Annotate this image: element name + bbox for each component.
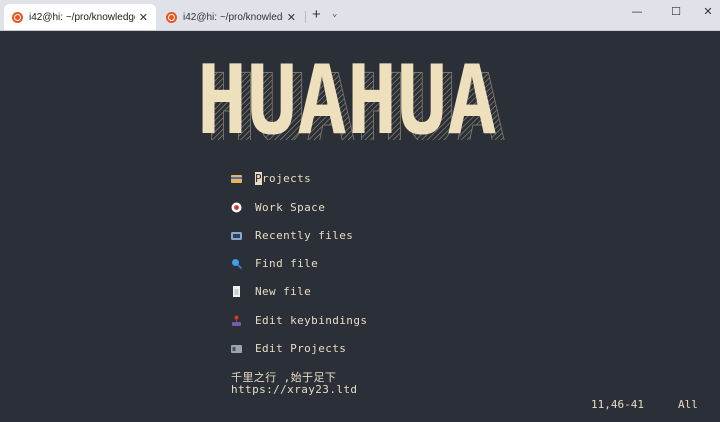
menu-item-work-space[interactable]: Work Space — [231, 199, 325, 215]
menu-label: Edit Projects — [255, 341, 347, 355]
menu-item-find-file[interactable]: Find file — [231, 255, 318, 271]
menu-label: Work Space — [255, 200, 326, 214]
joystick-icon — [231, 315, 242, 326]
chevron-down-icon[interactable]: ⌄ — [332, 9, 337, 19]
new-tab-icon[interactable]: + — [312, 6, 321, 23]
menu-label: Find file — [255, 256, 319, 270]
ubuntu-icon — [166, 11, 177, 23]
menu-label: Edit keybindings — [255, 313, 368, 327]
tab-title: i42@hi: ~/pro/knowledge/zhi — [183, 11, 283, 23]
menu-item-edit-keybindings[interactable]: Edit keybindings — [231, 312, 367, 328]
menu-item-edit-projects[interactable]: Edit Projects — [231, 340, 346, 356]
text-cursor: P — [255, 171, 263, 185]
menu-label: rojects — [262, 171, 312, 185]
sushi-icon — [231, 202, 242, 213]
ascii-art-logo: HUAHUA HUAHUA — [197, 55, 507, 140]
card-icon — [231, 343, 242, 354]
menu-item-projects[interactable]: Projects — [231, 170, 311, 186]
menu-item-new-file[interactable]: New file — [231, 283, 311, 299]
title-bar: i42@hi: ~/pro/knowledge/zhi ✕ i42@hi: ~/… — [0, 0, 720, 31]
maximize-icon[interactable]: ☐ — [666, 5, 686, 18]
close-icon[interactable]: ✕ — [698, 5, 718, 18]
cursor-position: 11,46-41 — [591, 398, 644, 411]
ubuntu-icon — [12, 11, 23, 23]
terminal-viewport[interactable]: HUAHUA HUAHUA Projects Work Space Recent… — [0, 31, 720, 422]
folder-icon — [231, 173, 242, 184]
scroll-indicator: All — [678, 398, 698, 411]
menu-label: New file — [255, 284, 312, 298]
tab-separator — [305, 11, 306, 23]
magnifier-icon — [231, 258, 243, 269]
close-tab-icon[interactable]: ✕ — [139, 11, 148, 24]
clock-icon — [231, 230, 242, 241]
footer-url: https://xray23.ltd — [231, 383, 358, 396]
document-icon — [231, 285, 242, 297]
close-tab-icon[interactable]: ✕ — [287, 11, 296, 24]
minimize-icon[interactable]: — — [627, 5, 647, 18]
menu-label: Recently files — [255, 228, 354, 242]
menu-item-recently-files[interactable]: Recently files — [231, 227, 353, 243]
tab-terminal-2[interactable]: i42@hi: ~/pro/knowledge/zhi ✕ — [158, 4, 304, 30]
logo-text: HUAHUA — [197, 55, 497, 140]
tab-title: i42@hi: ~/pro/knowledge/zhi — [29, 11, 135, 23]
tab-terminal-1[interactable]: i42@hi: ~/pro/knowledge/zhi ✕ — [4, 4, 156, 30]
